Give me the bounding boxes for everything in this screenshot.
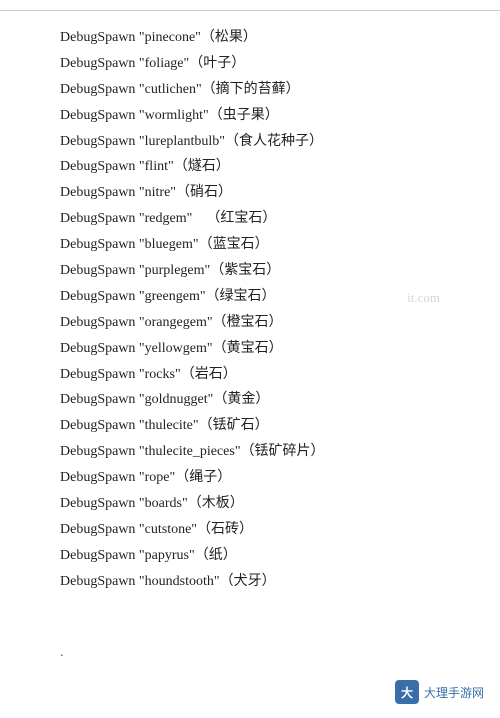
- list-item: DebugSpawn "rope"（绳子）: [60, 465, 440, 491]
- list-item: DebugSpawn "houndstooth"（犬牙）: [60, 569, 440, 595]
- list-item: DebugSpawn "papyrus"（纸）: [60, 543, 440, 569]
- logo-label: 大理手游网: [424, 684, 484, 701]
- list-item: DebugSpawn "redgem" （红宝石）: [60, 206, 440, 232]
- list-item: DebugSpawn "thulecite"（铥矿石）: [60, 413, 440, 439]
- list-item: DebugSpawn "flint"（燧石）: [60, 154, 440, 180]
- list-item: DebugSpawn "orangegem"（橙宝石）: [60, 310, 440, 336]
- list-item: DebugSpawn "purplegem"（紫宝石）: [60, 258, 440, 284]
- list-item: DebugSpawn "rocks"（岩石）: [60, 362, 440, 388]
- list-item: DebugSpawn "thulecite_pieces"（铥矿碎片）: [60, 439, 440, 465]
- list-item: DebugSpawn "pinecone"（松果）: [60, 25, 440, 51]
- list-item: DebugSpawn "cutlichen"（摘下的苔藓）: [60, 77, 440, 103]
- list-item: DebugSpawn "cutstone"（石砖）: [60, 517, 440, 543]
- bottom-logo: 大 大理手游网: [395, 680, 484, 704]
- list-item: DebugSpawn "goldnugget"（黄金）: [60, 387, 440, 413]
- content-area: DebugSpawn "pinecone"（松果）DebugSpawn "fol…: [0, 19, 500, 635]
- logo-icon: 大: [395, 680, 419, 704]
- list-item: DebugSpawn "boards"（木板）: [60, 491, 440, 517]
- list-item: DebugSpawn "yellowgem"（黄宝石）: [60, 336, 440, 362]
- list-item: DebugSpawn "bluegem"（蓝宝石）: [60, 232, 440, 258]
- list-item: DebugSpawn "nitre"（硝石）: [60, 180, 440, 206]
- dot-marker: .: [60, 645, 500, 661]
- top-divider: [0, 10, 500, 11]
- list-item: DebugSpawn "wormlight"（虫子果）: [60, 103, 440, 129]
- list-item: DebugSpawn "lureplantbulb"（食人花种子）: [60, 129, 440, 155]
- list-item: DebugSpawn "foliage"（叶子）: [60, 51, 440, 77]
- list-item: DebugSpawn "greengem"（绿宝石）: [60, 284, 440, 310]
- entries-list: DebugSpawn "pinecone"（松果）DebugSpawn "fol…: [60, 25, 440, 595]
